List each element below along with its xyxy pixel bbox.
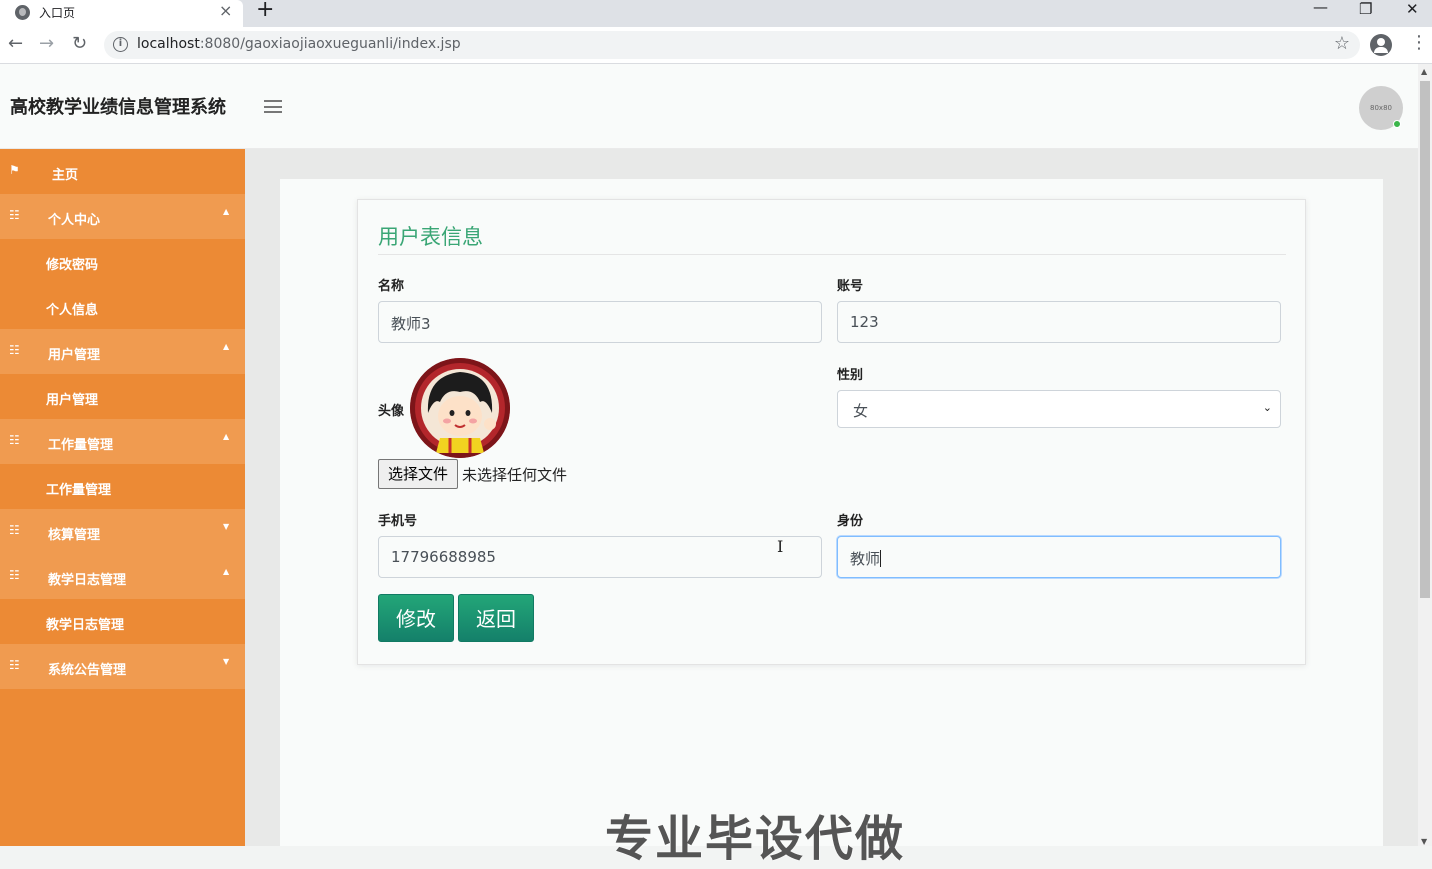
page-scrollbar[interactable]: ▲ ▼ [1418, 64, 1432, 846]
sidebar-item-label: 工作量管理 [48, 438, 114, 453]
sidebar-subitem[interactable]: 个人信息 [0, 284, 245, 329]
grid-icon: ☷ [9, 208, 20, 222]
main-content: 用户表信息 名称 教师3 账号 123 头像 选择文件 未选择任何文件 性别 女… [245, 149, 1418, 867]
forward-icon[interactable]: → [39, 33, 54, 54]
caret-up-icon: ▲ [223, 207, 230, 216]
sidebar-item-label: 系统公告管理 [48, 663, 127, 678]
mouse-ibeam-cursor: I [777, 537, 784, 556]
grid-icon: ☷ [9, 568, 20, 582]
sidebar: ⚑ 主页 ☷ 个人中心 ▲ 修改密码 个人信息 ☷ 用户管理 ▲ 用户管理 ☷ 工作量管理 ▲ 工作量管理 ☷… [0, 149, 245, 846]
sidebar-item-home[interactable]: ⚑ 主页 [0, 149, 245, 194]
role-value: 教师 [850, 550, 881, 568]
app-title: 高校教学业绩信息管理系统 [10, 97, 226, 118]
account-value: 123 [850, 313, 879, 331]
caret-down-icon: ▼ [223, 522, 230, 531]
avatar-label: 头像 [378, 404, 405, 419]
name-value: 教师3 [391, 315, 431, 333]
sidebar-subitem[interactable]: 教学日志管理 [0, 599, 245, 644]
caret-down-icon: ▼ [223, 657, 230, 666]
phone-label: 手机号 [378, 514, 418, 529]
sidebar-subitem[interactable]: 用户管理 [0, 374, 245, 419]
sidebar-group[interactable]: ☷ 核算管理 ▼ [0, 509, 245, 554]
sidebar-group[interactable]: ☷ 工作量管理 ▲ [0, 419, 245, 464]
restore-icon[interactable]: ❐ [1359, 0, 1372, 18]
avatar-image [410, 358, 510, 458]
menu-kebab-icon[interactable]: ⋮ [1410, 34, 1428, 52]
url-path: :8080/gaoxiaojiaoxueguanli/index.jsp [199, 36, 461, 52]
gender-label: 性别 [837, 368, 864, 383]
gender-select[interactable]: 女 ⌄ [837, 390, 1281, 428]
content-panel: 用户表信息 名称 教师3 账号 123 头像 选择文件 未选择任何文件 性别 女… [280, 179, 1383, 867]
sidebar-group[interactable]: ☷ 用户管理 ▲ [0, 329, 245, 374]
gender-value: 女 [853, 402, 869, 420]
caret-up-icon: ▲ [223, 432, 230, 441]
sidebar-group[interactable]: ☷ 个人中心 ▲ [0, 194, 245, 239]
tab-close-icon[interactable]: × [219, 1, 232, 20]
account-label: 账号 [837, 279, 864, 294]
choose-file-button[interactable]: 选择文件 [378, 459, 458, 489]
phone-input[interactable]: 17796688985 [378, 536, 822, 578]
scroll-up-icon[interactable]: ▲ [1421, 67, 1427, 76]
name-input[interactable]: 教师3 [378, 301, 822, 343]
form-title: 用户表信息 [378, 225, 483, 249]
sidebar-item-label: 教学日志管理 [48, 573, 127, 588]
minimize-icon[interactable]: — [1313, 0, 1328, 16]
sidebar-group[interactable]: ☷ 系统公告管理 ▼ [0, 644, 245, 689]
new-tab-icon[interactable]: + [256, 0, 274, 22]
grid-icon: ☷ [9, 658, 20, 672]
flag-icon: ⚑ [9, 163, 20, 177]
app-header: 高校教学业绩信息管理系统 80x80 [0, 64, 1418, 149]
online-status-dot [1393, 120, 1401, 128]
sidebar-item-label: 核算管理 [48, 528, 101, 543]
back-button[interactable]: 返回 [458, 594, 534, 642]
sidebar-item-label: 主页 [52, 168, 79, 183]
url-host: localhost [137, 36, 200, 52]
browser-tabbar: 入口页 × + — ❐ ✕ [0, 0, 1432, 27]
file-status-text: 未选择任何文件 [462, 466, 568, 484]
grid-icon: ☷ [9, 343, 20, 357]
text-cursor [880, 550, 882, 567]
scrollbar-thumb[interactable] [1420, 81, 1430, 598]
name-label: 名称 [378, 279, 405, 294]
globe-icon [15, 5, 30, 20]
sidebar-group[interactable]: ☷ 教学日志管理 ▲ [0, 554, 245, 599]
address-bar[interactable]: i localhost:8080/gaoxiaojiaoxueguanli/in… [104, 31, 1360, 59]
chevron-down-icon: ⌄ [1262, 401, 1272, 414]
sidebar-item-label: 用户管理 [48, 348, 101, 363]
account-input[interactable]: 123 [837, 301, 1281, 343]
user-form-card: 用户表信息 名称 教师3 账号 123 头像 选择文件 未选择任何文件 性别 女… [357, 199, 1306, 665]
submit-button[interactable]: 修改 [378, 594, 454, 642]
phone-value: 17796688985 [391, 548, 496, 566]
profile-icon[interactable] [1370, 34, 1392, 56]
title-divider [378, 254, 1286, 255]
role-label: 身份 [837, 514, 864, 529]
window-close-icon[interactable]: ✕ [1406, 0, 1419, 18]
tab-title: 入口页 [39, 6, 76, 20]
sidebar-item-label: 工作量管理 [46, 483, 112, 498]
bookmark-star-icon[interactable]: ☆ [1334, 33, 1350, 54]
sidebar-item-label: 用户管理 [46, 393, 99, 408]
grid-icon: ☷ [9, 433, 20, 447]
sidebar-item-label: 个人信息 [46, 303, 99, 318]
url-text: localhost:8080/gaoxiaojiaoxueguanli/inde… [137, 36, 461, 52]
browser-tab[interactable]: 入口页 × [0, 0, 243, 27]
watermark-text: 专业毕设代做 [605, 811, 906, 867]
info-icon[interactable]: i [113, 37, 128, 52]
hamburger-menu-icon[interactable] [264, 100, 282, 113]
avatar-placeholder-text: 80x80 [1370, 104, 1392, 112]
caret-up-icon: ▲ [223, 342, 230, 351]
sidebar-item-label: 修改密码 [46, 258, 99, 273]
back-icon[interactable]: ← [8, 33, 23, 54]
grid-icon: ☷ [9, 523, 20, 537]
sidebar-subitem[interactable]: 工作量管理 [0, 464, 245, 509]
scroll-down-icon[interactable]: ▼ [1421, 837, 1427, 846]
sidebar-item-label: 个人中心 [48, 213, 101, 228]
reload-icon[interactable]: ↻ [72, 33, 87, 54]
sidebar-subitem[interactable]: 修改密码 [0, 239, 245, 284]
caret-up-icon: ▲ [223, 567, 230, 576]
user-avatar[interactable]: 80x80 [1359, 86, 1403, 130]
role-input[interactable]: 教师 [837, 536, 1281, 578]
sidebar-item-label: 教学日志管理 [46, 618, 125, 633]
browser-toolbar: ← → ↻ i localhost:8080/gaoxiaojiaoxuegua… [0, 27, 1432, 64]
